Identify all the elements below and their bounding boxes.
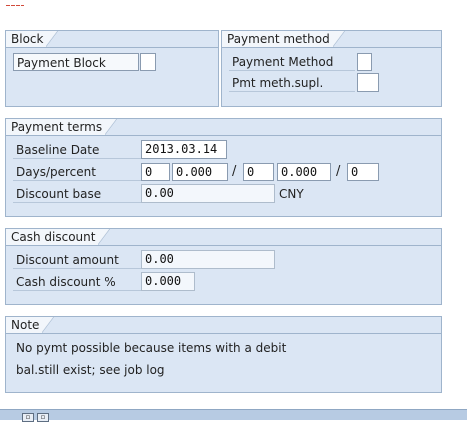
baseline-date-input[interactable]: 2013.03.14 bbox=[141, 140, 227, 159]
toolbar-button-1[interactable]: ▫ bbox=[22, 413, 34, 422]
discount-base-input[interactable]: 0.00 bbox=[141, 184, 275, 203]
payment-terms-title: Payment terms bbox=[6, 119, 118, 136]
days3-input[interactable]: 0 bbox=[347, 163, 379, 181]
slash-separator-2: / bbox=[336, 164, 341, 179]
payment-terms-group: Payment terms Baseline Date 2013.03.14 D… bbox=[5, 118, 442, 217]
payment-method-header: Payment method bbox=[222, 31, 443, 48]
bottom-toolbar: ▫ ▫ bbox=[0, 409, 467, 422]
payment-block-label: Payment Block bbox=[13, 53, 139, 71]
note-title: Note bbox=[6, 317, 55, 334]
baseline-date-label: Baseline Date bbox=[13, 141, 141, 159]
status-marker bbox=[6, 2, 24, 7]
discount-amount-label: Discount amount bbox=[13, 251, 141, 269]
note-line-2: bal.still exist; see job log bbox=[16, 363, 165, 377]
cash-discount-header: Cash discount bbox=[6, 229, 443, 246]
slash-separator: / bbox=[232, 164, 237, 179]
currency-label: CNY bbox=[279, 187, 304, 201]
cash-discount-pct-input[interactable]: 0.000 bbox=[141, 272, 195, 291]
percent2-input[interactable]: 0.000 bbox=[277, 163, 331, 181]
note-line-1: No pymt possible because items with a de… bbox=[16, 341, 287, 355]
days-percent-label: Days/percent bbox=[13, 163, 141, 181]
payment-block-input[interactable] bbox=[140, 53, 156, 71]
block-group-header: Block bbox=[6, 31, 220, 48]
block-group: Block Payment Block bbox=[5, 30, 219, 107]
note-header: Note bbox=[6, 317, 443, 334]
discount-base-label: Discount base bbox=[13, 185, 141, 203]
pmt-meth-supl-label: Pmt meth.supl. bbox=[229, 74, 355, 92]
payment-method-group: Payment method Payment Method Pmt meth.s… bbox=[221, 30, 442, 107]
payment-method-input[interactable] bbox=[357, 53, 372, 71]
days1-input[interactable]: 0 bbox=[141, 163, 170, 181]
cash-discount-group: Cash discount Discount amount 0.00 Cash … bbox=[5, 228, 442, 305]
pmt-meth-supl-input[interactable] bbox=[357, 73, 379, 92]
payment-method-label: Payment Method bbox=[229, 53, 355, 71]
cash-discount-pct-label: Cash discount % bbox=[13, 273, 141, 291]
block-group-title: Block bbox=[6, 31, 59, 48]
payment-method-title: Payment method bbox=[222, 31, 345, 48]
cash-discount-title: Cash discount bbox=[6, 229, 111, 246]
toolbar-button-2[interactable]: ▫ bbox=[37, 413, 49, 422]
days2-input[interactable]: 0 bbox=[243, 163, 274, 181]
discount-amount-input[interactable]: 0.00 bbox=[141, 250, 275, 269]
payment-terms-header: Payment terms bbox=[6, 119, 443, 136]
note-group: Note No pymt possible because items with… bbox=[5, 316, 442, 393]
percent1-input[interactable]: 0.000 bbox=[172, 163, 228, 181]
